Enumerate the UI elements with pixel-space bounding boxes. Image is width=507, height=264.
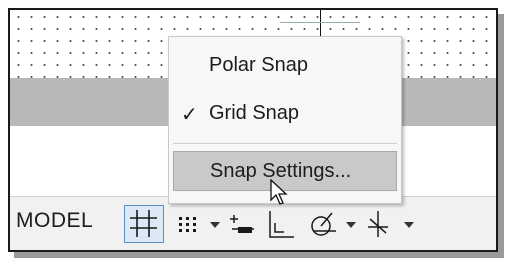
grid-display-icon bbox=[130, 210, 157, 237]
crosshair-cursor-horizontal bbox=[280, 22, 360, 23]
menu-item-polar-snap[interactable]: Polar Snap bbox=[169, 45, 401, 85]
menu-item-label: Grid Snap bbox=[209, 102, 300, 124]
checkmark-icon: ✓ bbox=[181, 104, 198, 126]
menu-item-grid-snap[interactable]: ✓ Grid Snap bbox=[169, 93, 401, 133]
dropdown-arrow-icon[interactable] bbox=[206, 205, 224, 243]
snap-mode-icon[interactable] bbox=[172, 205, 202, 243]
ortho-mode-icon[interactable] bbox=[264, 205, 298, 243]
dropdown-arrow-icon[interactable] bbox=[400, 205, 418, 243]
infer-constraints-icon[interactable] bbox=[228, 205, 258, 243]
model-space-label[interactable]: MODEL bbox=[16, 209, 93, 233]
menu-item-label: Polar Snap bbox=[209, 54, 308, 76]
mouse-pointer-icon bbox=[270, 179, 288, 205]
dropdown-arrow-icon[interactable] bbox=[342, 205, 360, 243]
polar-tracking-icon[interactable] bbox=[306, 205, 338, 243]
grid-display-button[interactable] bbox=[124, 205, 164, 243]
status-bar: MODEL bbox=[10, 196, 496, 250]
isometric-drafting-icon[interactable] bbox=[364, 205, 394, 243]
menu-separator bbox=[173, 143, 397, 144]
autocad-window: MODEL Polar Snap ✓ Grid Snap Snap Settin… bbox=[8, 8, 498, 252]
